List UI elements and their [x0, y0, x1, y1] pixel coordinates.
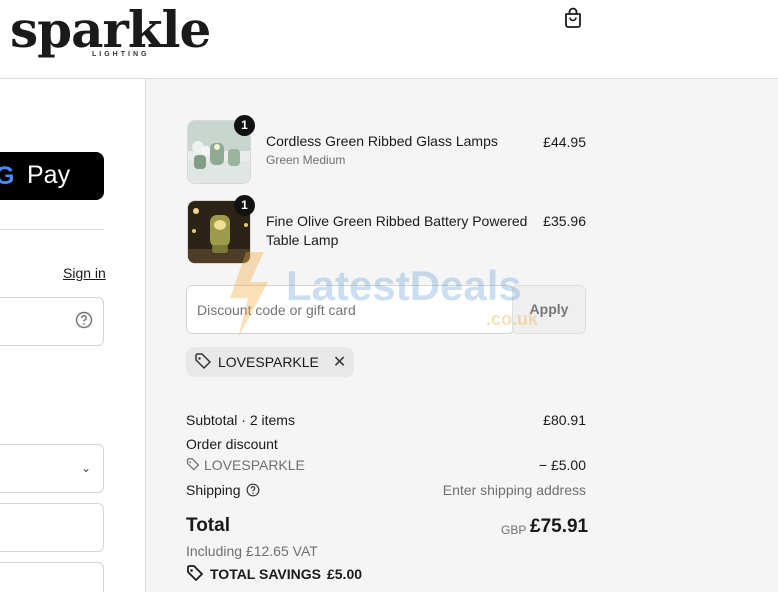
subtotal-label: Subtotal · 2 items — [186, 412, 295, 428]
question-circle-icon[interactable] — [75, 311, 93, 329]
discount-code-text: LOVESPARKLE — [204, 457, 305, 473]
total-label: Total — [186, 515, 230, 536]
email-field[interactable] — [0, 297, 104, 346]
quantity-badge: 1 — [234, 115, 255, 136]
discount-code-row: LOVESPARKLE — [186, 457, 305, 473]
address-field[interactable] — [0, 562, 104, 592]
tag-icon — [186, 458, 200, 471]
divider — [0, 229, 104, 230]
discount-code-input[interactable] — [186, 285, 514, 334]
item-price: £35.96 — [543, 213, 586, 229]
quantity-badge: 1 — [234, 195, 255, 216]
close-icon[interactable]: ✕ — [333, 352, 346, 372]
order-summary-panel: 1 Cordless Green Ribbed Glass Lamps Gree… — [145, 79, 778, 592]
item-variant: Green Medium — [266, 153, 346, 167]
item-name: Cordless Green Ribbed Glass Lamps — [266, 133, 498, 149]
applied-code-label: LOVESPARKLE — [218, 354, 319, 370]
shipping-row: Shipping — [186, 482, 260, 498]
discount-value: − £5.00 — [538, 457, 586, 473]
google-pay-button[interactable]: G Pay — [0, 152, 104, 200]
brand-logo[interactable]: sparkle LIGHTING — [10, 0, 211, 60]
item-price: £44.95 — [543, 134, 586, 150]
question-circle-icon[interactable] — [246, 483, 260, 497]
google-pay-label: Pay — [27, 161, 71, 189]
total-value: £75.91 — [530, 516, 589, 537]
name-field[interactable] — [0, 503, 104, 552]
applied-discount-chip: LOVESPARKLE ✕ — [186, 347, 355, 377]
vat-text: Including £12.65 VAT — [186, 543, 318, 559]
tag-icon — [195, 353, 211, 369]
currency-code: GBP — [501, 523, 527, 537]
google-g-icon: G — [0, 162, 15, 190]
total-savings: TOTAL SAVINGS £5.00 — [186, 565, 362, 583]
chevron-down-icon: ⌄ — [80, 461, 91, 475]
subtotal-value: £80.91 — [543, 412, 586, 428]
item-name: Fine Olive Green Ribbed Battery Powered … — [266, 213, 528, 248]
apply-discount-button[interactable]: Apply — [512, 285, 586, 334]
country-select[interactable]: ⌄ — [0, 444, 104, 493]
shipping-value: Enter shipping address — [442, 482, 586, 498]
site-header: sparkle LIGHTING — [0, 0, 778, 79]
savings-label: TOTAL SAVINGS — [210, 566, 321, 582]
checkout-form-column: G Pay Sign in ⌄ — [0, 79, 145, 592]
logo-subtitle: LIGHTING — [92, 51, 150, 58]
shopping-bag-icon[interactable] — [562, 7, 584, 29]
shipping-label: Shipping — [186, 482, 241, 498]
sign-in-link[interactable]: Sign in — [63, 265, 106, 281]
savings-value: £5.00 — [326, 566, 363, 582]
tag-icon — [187, 565, 203, 581]
order-discount-label: Order discount — [186, 436, 278, 452]
